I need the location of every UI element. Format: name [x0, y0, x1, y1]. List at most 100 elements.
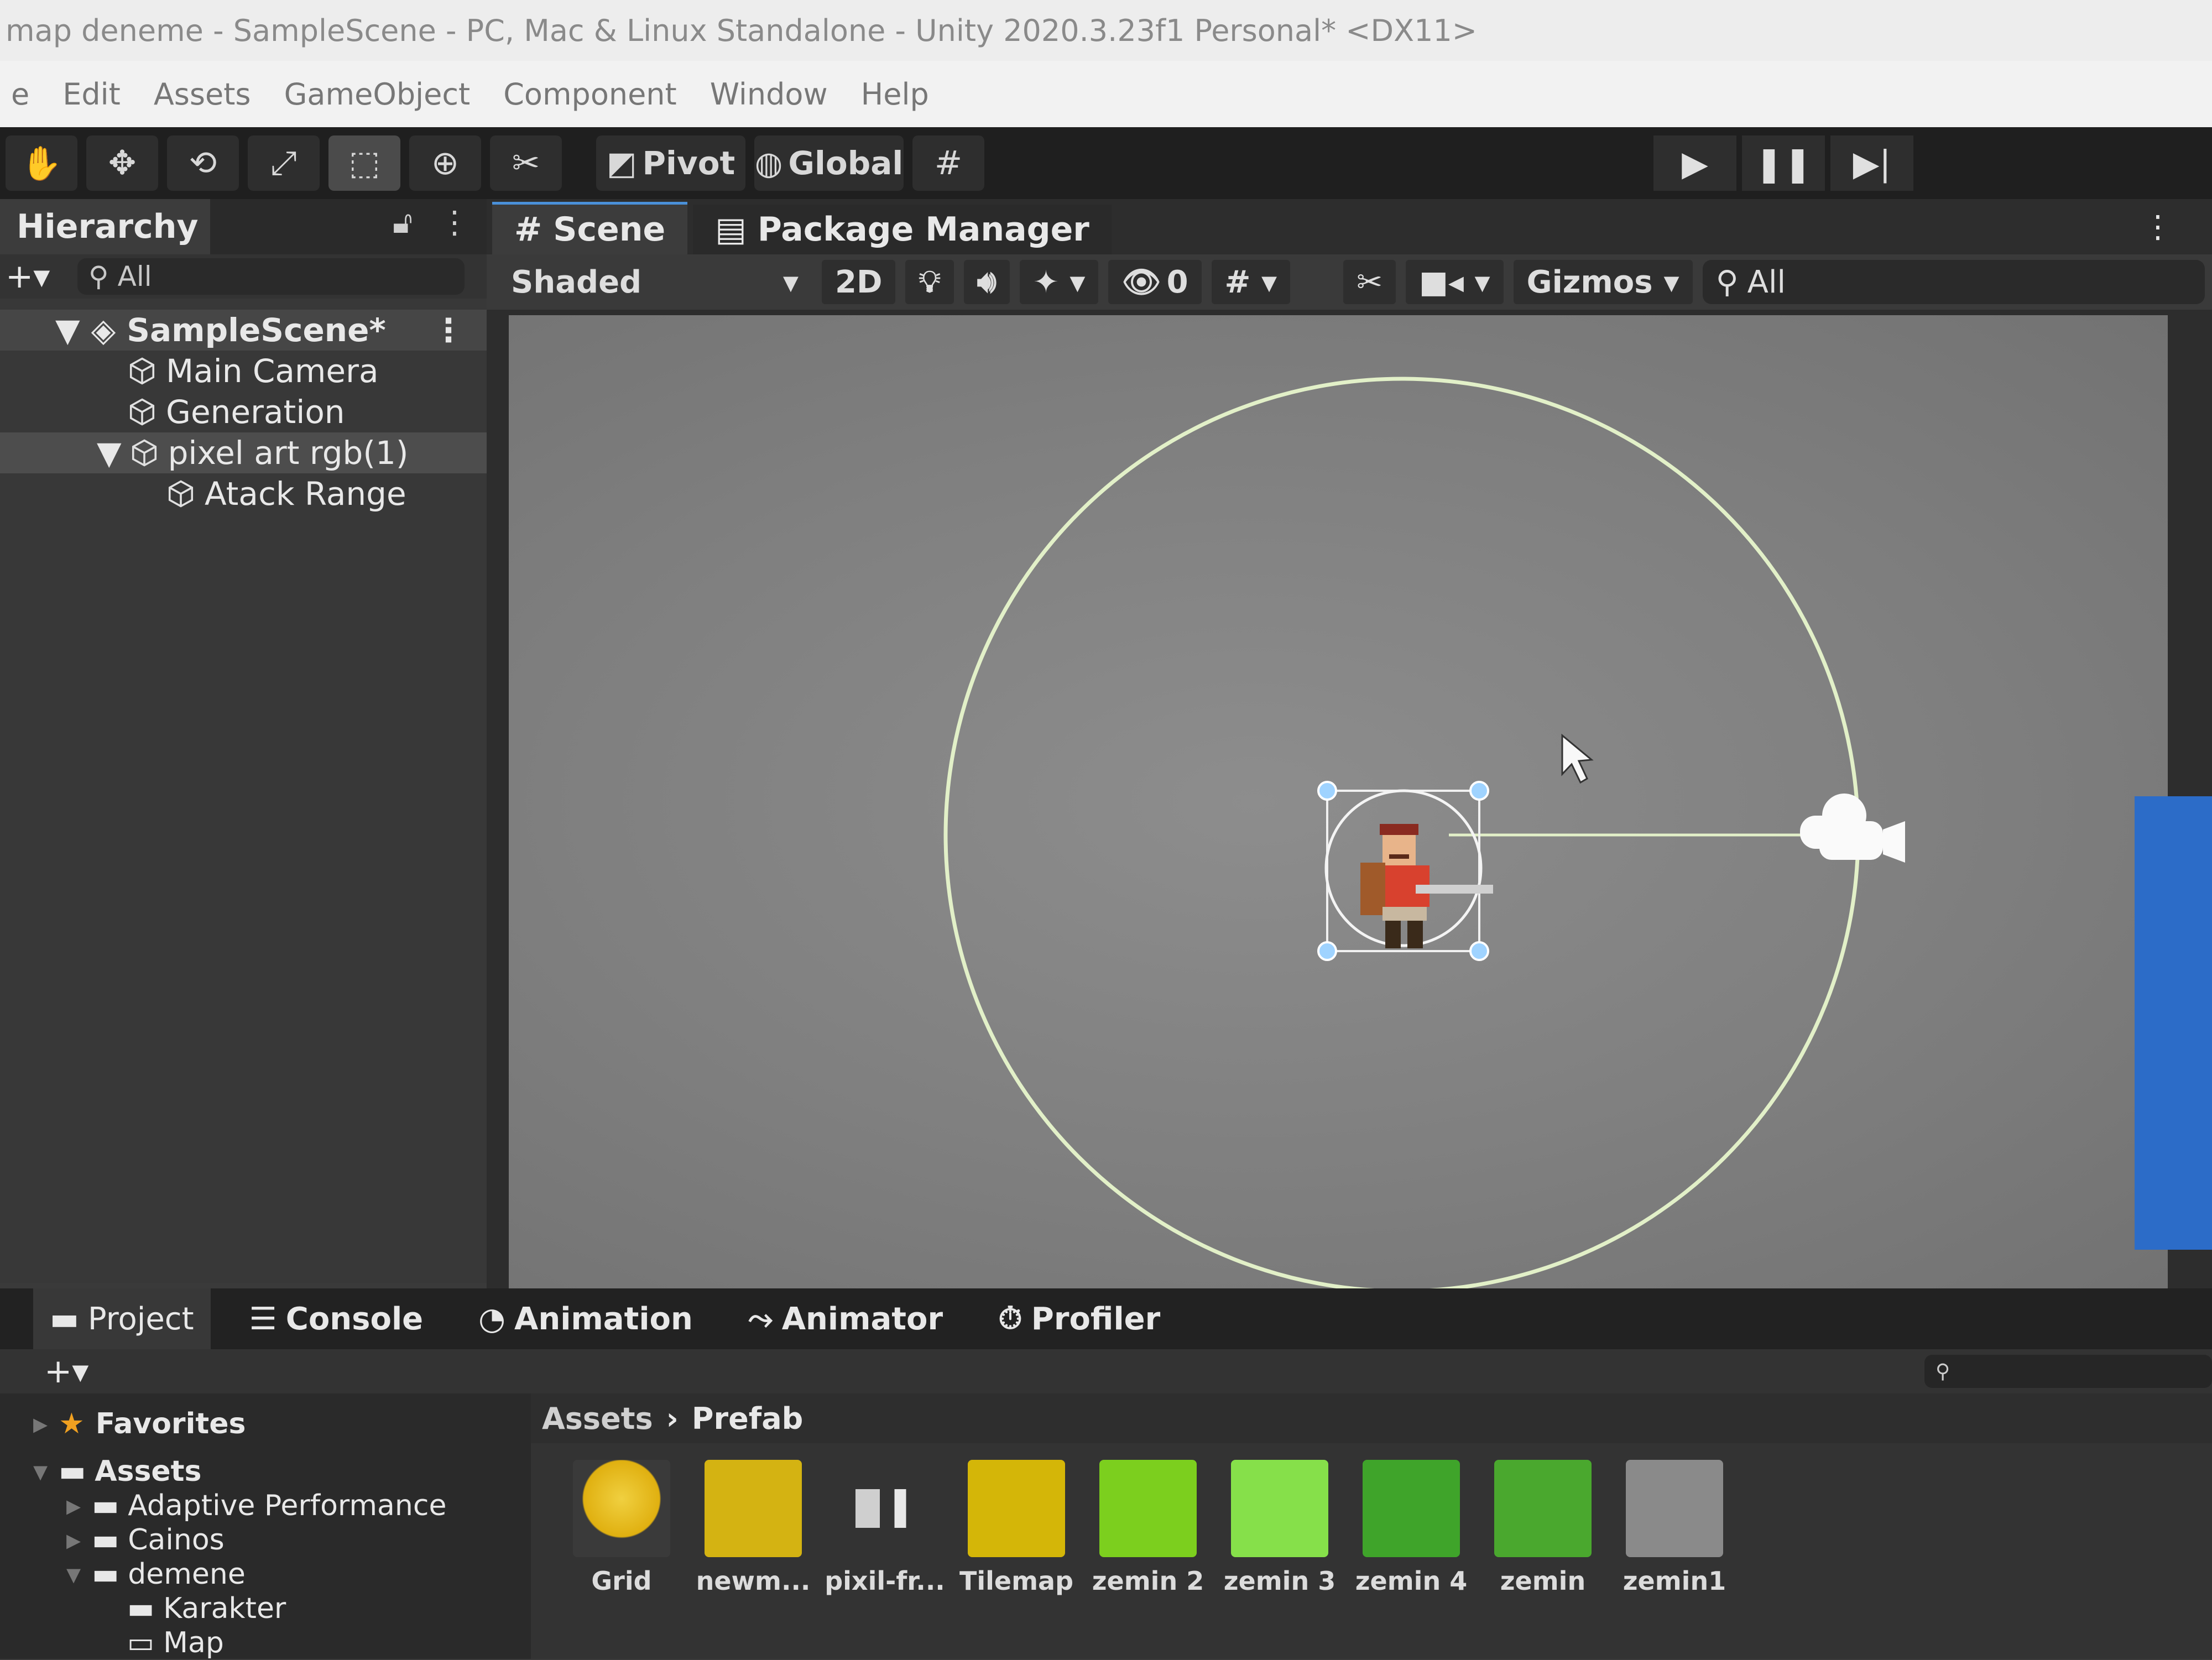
expand-arrow-icon[interactable]: ▾: [33, 1455, 48, 1488]
tree-item-favorites[interactable]: ▸ ★ Favorites: [33, 1393, 531, 1454]
2d-mode-toggle[interactable]: 2D: [822, 260, 896, 304]
play-button[interactable]: ▶: [1653, 135, 1736, 191]
gizmos-dropdown[interactable]: Gizmos ▾: [1513, 260, 1693, 304]
menu-component[interactable]: Component: [503, 77, 677, 112]
asset-item-tilemap[interactable]: Tilemap: [959, 1460, 1073, 1596]
grid-snap-button[interactable]: #: [912, 135, 984, 191]
hierarchy-item-pixel-art[interactable]: ▼ pixel art rgb(1): [0, 432, 487, 473]
breadcrumb-assets[interactable]: Assets: [542, 1401, 653, 1436]
scene-viewport[interactable]: [509, 315, 2168, 1288]
lock-icon[interactable]: 🔓︎: [393, 205, 413, 241]
asset-item-newm[interactable]: newm...: [696, 1460, 810, 1596]
shading-mode-dropdown[interactable]: Shaded ▾: [498, 260, 812, 304]
tools-toggle[interactable]: ✂: [1343, 260, 1396, 304]
project-asset-grid: Assets › Prefab Grid newm... pixil-fr...…: [531, 1393, 2212, 1659]
custom-tool-button[interactable]: ✂: [490, 135, 562, 191]
pause-button[interactable]: ❚❚: [1742, 135, 1825, 191]
scene-search-input[interactable]: ⚲ All: [1702, 260, 2205, 304]
expand-arrow-icon[interactable]: ▾: [66, 1558, 81, 1591]
tab-console[interactable]: ☰ Console: [233, 1288, 440, 1349]
kebab-menu-icon[interactable]: ⋮: [432, 311, 465, 349]
rect-tool-button[interactable]: ⬚: [328, 135, 400, 191]
asset-item-zemin-3[interactable]: zemin 3: [1224, 1460, 1335, 1596]
tree-item-karakter[interactable]: ▬ Karakter: [33, 1591, 531, 1626]
transform-tool-button[interactable]: ⊕: [409, 135, 481, 191]
kebab-menu-icon[interactable]: ⋮: [439, 205, 470, 241]
create-dropdown-button[interactable]: +▾: [44, 1352, 88, 1391]
hierarchy-item-main-camera[interactable]: Main Camera: [0, 351, 487, 391]
hierarchy-item-generation[interactable]: Generation: [0, 391, 487, 432]
menu-help[interactable]: Help: [861, 77, 929, 112]
tab-animator[interactable]: ⤳ Animator: [732, 1288, 959, 1349]
resize-handle-bottom-left[interactable]: [1317, 941, 1337, 961]
tab-package-manager-label: Package Manager: [757, 210, 1089, 249]
expand-arrow-icon[interactable]: ▼: [55, 311, 80, 349]
asset-item-zemin-2[interactable]: zemin 2: [1092, 1460, 1204, 1596]
hierarchy-item-samplescene[interactable]: ▼ ◈ SampleScene* ⋮: [0, 310, 487, 351]
tree-item-adaptive-performance[interactable]: ▸ ▬ Adaptive Performance: [33, 1489, 531, 1523]
package-icon: ▤: [715, 210, 747, 249]
sprite-thumbnail: [836, 1460, 933, 1557]
gizmos-label: Gizmos: [1526, 264, 1653, 300]
hand-tool-button[interactable]: ✋: [6, 135, 77, 191]
tree-item-assets[interactable]: ▾ ▬ Assets: [33, 1454, 531, 1489]
tab-package-manager[interactable]: ▤ Package Manager: [693, 205, 1112, 254]
menu-window[interactable]: Window: [710, 77, 828, 112]
asset-item-zemin1[interactable]: zemin1: [1623, 1460, 1726, 1596]
menu-file-partial[interactable]: e: [11, 77, 29, 112]
effects-dropdown[interactable]: ✦ ▾: [1019, 260, 1099, 304]
tab-animation[interactable]: ◔ Animation: [462, 1288, 709, 1349]
effects-icon: ✦ ▾: [1032, 264, 1086, 300]
move-tool-button[interactable]: ✥: [86, 135, 158, 191]
resize-handle-top-left[interactable]: [1317, 781, 1337, 801]
tree-item-cainos[interactable]: ▸ ▬ Cainos: [33, 1523, 531, 1557]
resize-handle-bottom-right[interactable]: [1469, 941, 1489, 961]
console-icon: ☰: [249, 1301, 277, 1337]
project-search-input[interactable]: ⚲: [1924, 1355, 2212, 1388]
asset-item-pixil[interactable]: pixil-fr...: [825, 1460, 945, 1596]
clock-icon: ◔: [478, 1301, 506, 1337]
asset-item-grid[interactable]: Grid: [573, 1460, 670, 1596]
asset-item-zemin-4[interactable]: zemin 4: [1355, 1460, 1467, 1596]
pivot-toggle[interactable]: ◩ Pivot: [596, 135, 745, 191]
camera-dropdown[interactable]: ■◂ ▾: [1405, 260, 1504, 304]
grid-dropdown[interactable]: # ▾: [1211, 260, 1291, 304]
rotate-tool-button[interactable]: ⟲: [167, 135, 239, 191]
pivot-icon: ◩: [606, 144, 637, 182]
asset-item-label: Grid: [591, 1566, 652, 1596]
global-label: Global: [788, 144, 904, 182]
tab-project[interactable]: ▬ Project: [33, 1288, 211, 1349]
tab-profiler[interactable]: ⏱ Profiler: [982, 1288, 1177, 1349]
tree-item-demene[interactable]: ▾ ▬ demene: [33, 1557, 531, 1591]
animator-icon: ⤳: [748, 1301, 773, 1337]
asset-item-zemin[interactable]: zemin: [1494, 1460, 1592, 1596]
global-toggle[interactable]: ◍ Global: [754, 135, 904, 191]
menu-edit[interactable]: Edit: [62, 77, 121, 112]
hierarchy-tab[interactable]: Hierarchy: [0, 199, 210, 254]
hierarchy-item-atack-range[interactable]: Atack Range: [0, 473, 487, 514]
collapse-arrow-icon[interactable]: ▸: [66, 1489, 81, 1522]
menu-gameobject[interactable]: GameObject: [284, 77, 471, 112]
tree-item-map[interactable]: ▭ Map: [33, 1626, 531, 1660]
collapse-arrow-icon[interactable]: ▸: [33, 1407, 48, 1440]
asset-item-label: zemin 2: [1092, 1566, 1204, 1596]
scale-tool-button[interactable]: ⤢: [248, 135, 320, 191]
pixel-character-sprite[interactable]: [1360, 824, 1493, 948]
create-dropdown-button[interactable]: +▾: [0, 257, 77, 296]
lighting-toggle[interactable]: 💡︎: [905, 260, 954, 304]
step-button[interactable]: ▶|: [1830, 135, 1913, 191]
resize-handle-top-right[interactable]: [1469, 781, 1489, 801]
tab-scene[interactable]: # Scene: [492, 202, 688, 254]
kebab-menu-icon[interactable]: ⋮: [2142, 209, 2173, 245]
collapse-arrow-icon[interactable]: ▸: [66, 1523, 81, 1557]
hierarchy-search-input[interactable]: ⚲ All: [77, 258, 465, 295]
camera-icon[interactable]: [1800, 794, 1905, 863]
audio-toggle[interactable]: 🔊︎: [963, 260, 1010, 304]
hidden-objects-toggle[interactable]: 👁︎ 0: [1108, 260, 1202, 304]
expand-arrow-icon[interactable]: ▼: [97, 434, 122, 472]
scene-gizmos: [943, 377, 1905, 1288]
breadcrumb-prefab[interactable]: Prefab: [692, 1401, 803, 1436]
hierarchy-item-label: Atack Range: [205, 475, 406, 513]
menu-assets[interactable]: Assets: [154, 77, 251, 112]
hand-icon: ✋: [20, 144, 62, 183]
